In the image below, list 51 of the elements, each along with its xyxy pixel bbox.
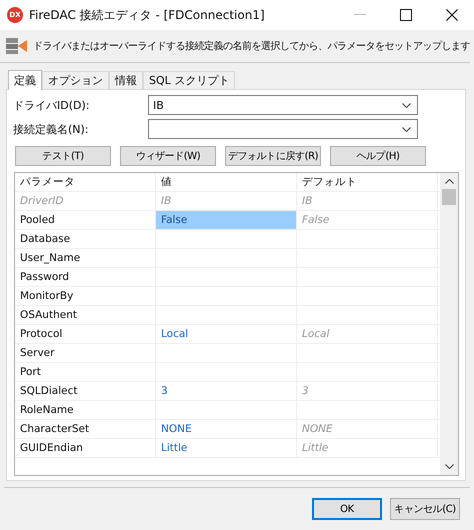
table-cell[interactable]: 3 [156, 382, 297, 400]
minimize-icon[interactable] [354, 14, 366, 16]
tab[interactable]: オプション [42, 71, 109, 89]
dropdown-icon [402, 126, 411, 132]
table-cell[interactable]: Little [156, 439, 297, 457]
window-title: FireDAC 接続エディタ - [FDConnection1] [29, 6, 265, 24]
database-icon [6, 37, 28, 55]
tab[interactable]: 定義 [8, 70, 42, 90]
scrollbar[interactable] [440, 173, 458, 475]
instruction-text: ドライバまたはオーバーライドする接続定義の名前を選択してから、パラメータをセットアップします [33, 40, 470, 53]
table-cell: Port [15, 363, 156, 381]
table-cell: Database [15, 230, 156, 248]
table-cell: CharacterSet [15, 420, 156, 438]
tab[interactable]: 情報 [109, 71, 143, 89]
tab[interactable]: SQL スクリプト [143, 71, 236, 89]
table-cell: NONE [297, 420, 438, 438]
table-cell: User_Name [15, 249, 156, 267]
table-cell[interactable]: False [156, 211, 297, 229]
action-button[interactable]: デフォルトに戻す(R) [225, 146, 321, 166]
combo-field[interactable] [148, 119, 418, 139]
table-cell: GUIDEndian [15, 439, 156, 457]
table-cell: Server [15, 344, 156, 362]
close-icon[interactable] [446, 9, 458, 21]
table-cell: Local [297, 325, 438, 343]
dropdown-icon [402, 102, 411, 108]
table-cell: Password [15, 268, 156, 286]
table-cell[interactable]: Local [156, 325, 297, 343]
table-cell: RoleName [15, 401, 156, 419]
dialog-button[interactable]: OK [312, 498, 382, 520]
scroll-down-icon[interactable] [444, 464, 454, 469]
field-label: 接続定義名(N): [13, 122, 90, 136]
combo-field[interactable]: IB [148, 95, 418, 115]
scrollbar-thumb[interactable] [442, 189, 456, 205]
table-cell: SQLDialect [15, 382, 156, 400]
table-cell: False [297, 211, 438, 229]
table-cell: Protocol [15, 325, 156, 343]
dialog-button[interactable]: キャンセル(C) [390, 498, 460, 520]
combo-value: IB [153, 98, 164, 112]
action-button[interactable]: ウィザード(W) [120, 146, 216, 166]
action-button[interactable]: テスト(T) [15, 146, 111, 166]
table-cell: Little [297, 439, 438, 457]
scroll-up-icon[interactable] [444, 179, 454, 184]
table-cell[interactable]: NONE [156, 420, 297, 438]
table-cell: DriverID [15, 192, 156, 210]
table-cell: MonitorBy [15, 287, 156, 305]
table-cell: IB [297, 192, 438, 210]
maximize-icon[interactable] [400, 9, 412, 21]
field-label: ドライバID(D): [13, 98, 90, 112]
table-cell: OSAuthent [15, 306, 156, 324]
action-button[interactable]: ヘルプ(H) [330, 146, 426, 166]
table-cell: 3 [297, 382, 438, 400]
